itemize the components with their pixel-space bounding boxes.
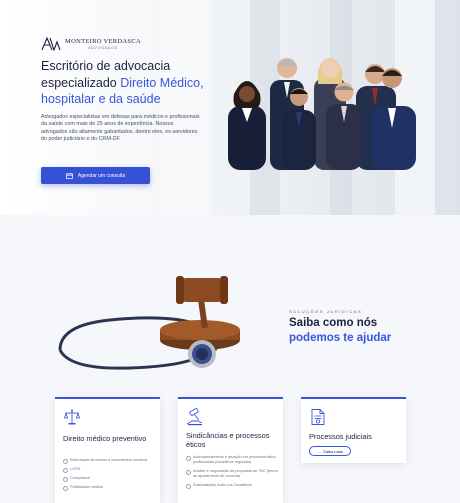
scales-justice-icon bbox=[63, 409, 81, 425]
services-title: Saiba como nós podemos te ajudar bbox=[289, 316, 391, 345]
hero-title: Escritório de advocacia especializado Di… bbox=[41, 58, 221, 108]
learn-more-button[interactable]: → Saiba mais bbox=[309, 446, 351, 456]
lawyers-team-photo bbox=[228, 58, 416, 170]
gavel-stethoscope-image bbox=[58, 276, 240, 370]
schedule-consultation-button[interactable]: Agendar um consulta bbox=[41, 167, 150, 184]
card-list: Acompanhamento e atuação em processos ét… bbox=[186, 455, 278, 492]
logo-monogram-icon bbox=[41, 37, 61, 51]
services-title-plain: Saiba como nós bbox=[289, 317, 378, 329]
hero-title-line1: Escritório de advocacia bbox=[41, 59, 171, 73]
background-window bbox=[160, 0, 210, 215]
card-title: Processos judiciais bbox=[309, 432, 372, 441]
list-item: Análise e negociação de propostas de TAC… bbox=[186, 469, 278, 479]
services-eyebrow: SOLUÇÕES JURÍDICAS bbox=[289, 309, 363, 314]
arrow-right-icon: → bbox=[317, 448, 322, 454]
calendar-icon bbox=[65, 172, 73, 179]
logo-tagline: ADVOGADOS bbox=[88, 46, 118, 50]
person bbox=[228, 81, 266, 170]
services-title-accent: podemos te ajudar bbox=[289, 331, 392, 344]
list-item: Publicidade médica bbox=[63, 485, 155, 491]
card-list: Elaboração de termos e documentos médico… bbox=[63, 458, 155, 494]
learn-more-label: Saiba mais bbox=[323, 448, 343, 454]
hero-title-accent2: hospitalar e da saúde bbox=[41, 92, 161, 106]
hero-title-accent1: Direito Médico, bbox=[120, 75, 204, 90]
logo-text: MONTEIRO VERDASCA ADVOGADOS bbox=[65, 38, 141, 50]
list-item: Elaboração de termos e documentos médico… bbox=[63, 458, 155, 464]
list-item: Compliance bbox=[63, 476, 155, 482]
hero-description: Advogados especialistas em defesas para … bbox=[41, 114, 200, 143]
list-item: Sustentações orais nos Conselhos bbox=[186, 483, 278, 489]
service-card-judicial[interactable]: Processos judiciais → Saiba mais bbox=[301, 397, 406, 463]
list-item: Acompanhamento e atuação em processos ét… bbox=[186, 455, 278, 465]
gavel-hand-icon bbox=[186, 408, 203, 426]
card-title: Sindicâncias e processos éticos bbox=[186, 431, 270, 449]
hero-section: MONTEIRO VERDASCA ADVOGADOS Escritório d… bbox=[0, 0, 460, 215]
service-card-preventive[interactable]: Direito médico preventivo Elaboração de … bbox=[55, 397, 160, 503]
card-title: Direito médico preventivo bbox=[63, 434, 147, 443]
legal-document-icon bbox=[311, 409, 325, 425]
hero-title-line2: especializado bbox=[41, 75, 121, 90]
list-item: LGPD bbox=[63, 467, 155, 473]
logo[interactable]: MONTEIRO VERDASCA ADVOGADOS bbox=[41, 37, 141, 51]
service-card-ethics[interactable]: Sindicâncias e processos éticos Acompanh… bbox=[178, 397, 283, 503]
cta-label: Agendar um consulta bbox=[77, 172, 126, 179]
logo-name: MONTEIRO VERDASCA bbox=[65, 38, 141, 45]
